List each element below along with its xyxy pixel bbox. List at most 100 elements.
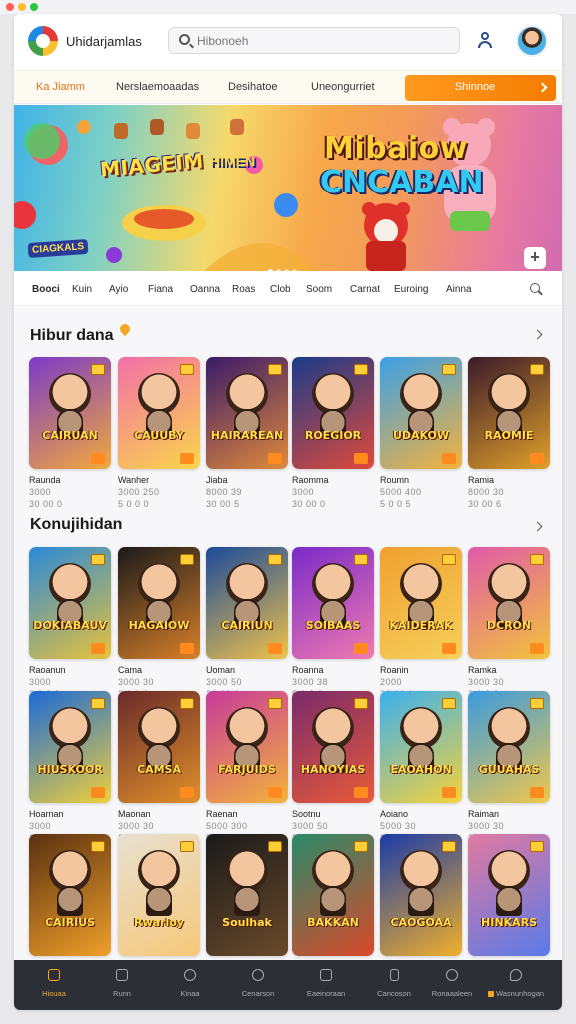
game-art-title: HAIRAREAN bbox=[210, 429, 284, 442]
category-item[interactable]: Soom bbox=[306, 284, 332, 295]
game-meta: Jiaba 8000 39 30 00 5 bbox=[206, 475, 288, 509]
nav-item-search[interactable]: Cenarson bbox=[224, 960, 292, 1010]
game-character-art bbox=[138, 850, 180, 892]
category-item[interactable]: Oanna bbox=[190, 284, 220, 295]
game-art-title: CAMSA bbox=[137, 763, 181, 776]
game-tile[interactable]: CAIRIUN bbox=[206, 547, 288, 659]
coin-icon bbox=[268, 698, 282, 709]
game-tile[interactable]: RAOMIE bbox=[468, 357, 550, 469]
nav-item-grid[interactable]: Runn bbox=[88, 960, 156, 1010]
carousel-dots bbox=[268, 261, 300, 271]
category-item[interactable]: Ayio bbox=[109, 284, 128, 295]
game-plays: 3000 38 bbox=[292, 677, 329, 687]
coin-icon bbox=[268, 554, 282, 565]
game-plays: 3000 50 bbox=[292, 821, 329, 831]
hot-badge-icon bbox=[180, 643, 194, 654]
game-art-title: UDAKOW bbox=[392, 429, 450, 442]
home-icon bbox=[48, 969, 60, 981]
game-tile[interactable]: Rwarloy bbox=[118, 834, 200, 956]
coin-icon bbox=[354, 364, 368, 375]
game-tile[interactable]: EAOAHON bbox=[380, 691, 462, 803]
game-tile[interactable]: CAMSA bbox=[118, 691, 200, 803]
game-tile[interactable]: BAKKAN bbox=[292, 834, 374, 956]
game-tile[interactable]: GUUAHAS bbox=[468, 691, 550, 803]
game-tile[interactable]: CAUUBY bbox=[118, 357, 200, 469]
game-tile[interactable]: CAIRIUS bbox=[29, 834, 111, 956]
game-character-art bbox=[488, 850, 530, 892]
game-tile[interactable]: HINKARS bbox=[468, 834, 550, 956]
category-item[interactable]: Clob bbox=[270, 284, 291, 295]
game-tile[interactable]: HIUSKOOR bbox=[29, 691, 111, 803]
category-item[interactable]: Kuin bbox=[72, 284, 92, 295]
game-art-title: DOKIABAUV bbox=[33, 619, 107, 632]
close-window-button[interactable] bbox=[6, 3, 14, 11]
tab-home[interactable]: Ka Jiamm bbox=[36, 81, 85, 93]
category-item[interactable]: Booci bbox=[32, 284, 60, 295]
carousel-dot[interactable] bbox=[276, 269, 281, 271]
tab-upcoming[interactable]: Uneongurriet bbox=[311, 81, 375, 93]
category-item[interactable]: Roas bbox=[232, 284, 255, 295]
game-character-art bbox=[312, 707, 354, 749]
search-bar[interactable] bbox=[168, 27, 460, 54]
coin-icon bbox=[442, 554, 456, 565]
game-tile[interactable]: CAOGOAA bbox=[380, 834, 462, 956]
coin-icon bbox=[530, 841, 544, 852]
nav-item-home[interactable]: Hiouaa bbox=[20, 960, 88, 1010]
game-tile[interactable]: HAGAIOW bbox=[118, 547, 200, 659]
game-character-art bbox=[312, 373, 354, 415]
coin-icon bbox=[354, 698, 368, 709]
category-search-icon[interactable] bbox=[530, 283, 540, 293]
game-art-title: EAOAHON bbox=[390, 763, 452, 776]
app-logo[interactable] bbox=[28, 26, 58, 56]
game-meta: Raomma 3000 30 00 0 bbox=[292, 475, 374, 509]
coin-icon bbox=[180, 364, 194, 375]
category-item[interactable]: Carnat bbox=[350, 284, 380, 295]
hero-right-title: Mibaiow bbox=[324, 131, 468, 166]
game-tile[interactable]: DOKIABAUV bbox=[29, 547, 111, 659]
bottom-nav: Hiouaa Runn Kinaa Cenarson Eaeinoraan Ca… bbox=[14, 960, 562, 1010]
game-tile[interactable]: Soulhak bbox=[206, 834, 288, 956]
avatar[interactable] bbox=[516, 25, 548, 57]
game-tile[interactable]: KAIDERAK bbox=[380, 547, 462, 659]
game-plays: 3000 50 bbox=[206, 677, 243, 687]
tab-recommended[interactable]: Nerslaemoaadas bbox=[116, 81, 199, 93]
game-tile[interactable]: FARJUIDS bbox=[206, 691, 288, 803]
minimize-window-button[interactable] bbox=[18, 3, 26, 11]
account-icon[interactable] bbox=[475, 30, 495, 50]
hot-badge-icon bbox=[354, 643, 368, 654]
game-character-art bbox=[49, 707, 91, 749]
game-rating: 5 0 0 0 bbox=[118, 499, 150, 509]
maximize-window-button[interactable] bbox=[30, 3, 38, 11]
search-input[interactable] bbox=[197, 32, 447, 50]
game-tile[interactable]: HANOYIAS bbox=[292, 691, 374, 803]
coin-icon bbox=[530, 698, 544, 709]
coin-icon bbox=[354, 554, 368, 565]
game-tile[interactable]: DCRON bbox=[468, 547, 550, 659]
category-item[interactable]: Euroing bbox=[394, 284, 428, 295]
tab-desktop[interactable]: Desihatoe bbox=[228, 81, 278, 93]
game-name: Ramia bbox=[468, 475, 495, 485]
game-art-title: KAIDERAK bbox=[389, 619, 453, 632]
category-item[interactable]: Ainna bbox=[446, 284, 472, 295]
game-tile[interactable]: HAIRAREAN bbox=[206, 357, 288, 469]
hero-banner[interactable]: MIAGEIM HIMEN Mibaiow CNCABAN CIAGKALS bbox=[14, 105, 562, 271]
game-character-art bbox=[138, 563, 180, 605]
category-item[interactable]: Fiana bbox=[148, 284, 173, 295]
game-plays: 8000 30 bbox=[468, 487, 505, 497]
game-character-art bbox=[226, 707, 268, 749]
nav-item-chat[interactable]: Kinaa bbox=[156, 960, 224, 1010]
game-tile[interactable]: ROEGIOR bbox=[292, 357, 374, 469]
carousel-dot[interactable] bbox=[292, 269, 297, 271]
game-tile[interactable]: UDAKOW bbox=[380, 357, 462, 469]
top-cta-button[interactable]: Shinnoe bbox=[405, 75, 556, 101]
nav-item-wallet[interactable]: Eaeinoraan bbox=[292, 960, 360, 1010]
game-art-title: CAIRIUN bbox=[221, 619, 273, 632]
game-character-art bbox=[49, 850, 91, 892]
carousel-dot[interactable] bbox=[268, 269, 273, 271]
game-tile[interactable]: CAIRUAN bbox=[29, 357, 111, 469]
wallet-icon bbox=[320, 969, 332, 981]
game-tile[interactable]: SOIBAAS bbox=[292, 547, 374, 659]
joystick-icon[interactable] bbox=[524, 247, 546, 269]
nav-item-messages[interactable]: Wasnunhogan bbox=[476, 960, 556, 1010]
carousel-dot[interactable] bbox=[284, 269, 289, 271]
